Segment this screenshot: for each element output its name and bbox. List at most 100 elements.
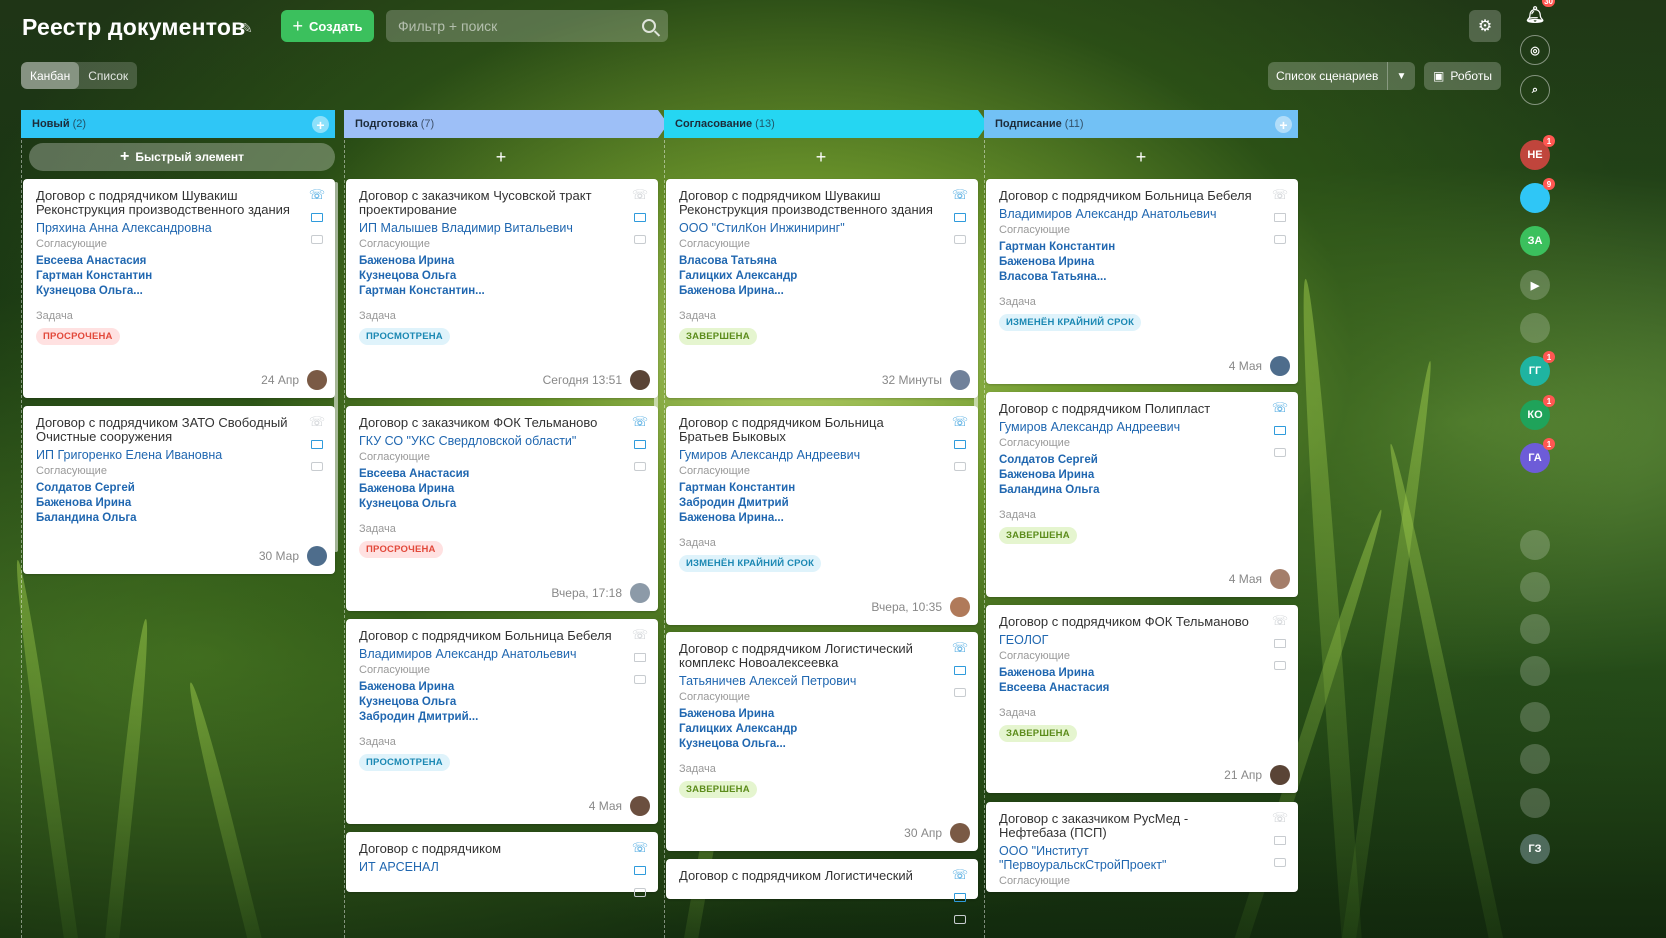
avatar[interactable]: [1520, 572, 1550, 602]
mail-icon[interactable]: [952, 889, 968, 905]
search-chat-icon[interactable]: ⌕: [1520, 75, 1550, 105]
approver-link[interactable]: Баженова Ирина: [359, 680, 614, 695]
chat-avatar[interactable]: ГА 1: [1520, 438, 1555, 473]
column-header[interactable]: Подготовка (7): [344, 110, 668, 138]
chat-avatar[interactable]: КО 1: [1520, 395, 1555, 430]
chat-icon[interactable]: [952, 458, 968, 474]
mail-icon[interactable]: [632, 436, 648, 452]
avatar[interactable]: [630, 583, 650, 603]
card-title[interactable]: Договор с подрядчиком Больница Бебеля: [999, 189, 1254, 203]
approver-link[interactable]: Баженова Ирина: [999, 666, 1254, 681]
chat-avatar[interactable]: ЗА: [1520, 226, 1550, 256]
avatar[interactable]: [1520, 614, 1550, 644]
approver-link[interactable]: Баженова Ирина: [359, 482, 614, 497]
chat-avatar[interactable]: ГЗ: [1520, 834, 1550, 864]
mail-icon[interactable]: [632, 649, 648, 665]
chat-icon[interactable]: [309, 231, 325, 247]
card-title[interactable]: Договор с подрядчиком Логистический: [679, 869, 934, 883]
card-title[interactable]: Договор с подрядчиком Больница Братьев Б…: [679, 416, 934, 444]
chat-icon[interactable]: [1272, 854, 1288, 870]
column-scrollbar[interactable]: [974, 182, 978, 432]
chat-avatar[interactable]: 9: [1520, 178, 1555, 213]
kanban-card[interactable]: Договор с подрядчиком ФОК Тельманово ГЕОЛ…: [986, 605, 1298, 793]
approver-link[interactable]: Баландина Ольга: [999, 483, 1254, 498]
column-scrollbar[interactable]: [654, 182, 658, 552]
avatar[interactable]: [307, 370, 327, 390]
phone-icon[interactable]: ☏: [1272, 400, 1288, 416]
card-title[interactable]: Договор с подрядчиком Логистический комп…: [679, 642, 934, 670]
approver-link[interactable]: Гартман Константин: [679, 481, 934, 496]
phone-icon[interactable]: ☏: [632, 187, 648, 203]
card-title[interactable]: Договор с подрядчиком ФОК Тельманово: [999, 615, 1254, 629]
mail-icon[interactable]: [1272, 635, 1288, 651]
approver-link[interactable]: Кузнецова Ольга: [359, 497, 614, 512]
chat-icon[interactable]: [952, 911, 968, 927]
avatar[interactable]: [1520, 788, 1550, 818]
kanban-card[interactable]: Договор с подрядчиком Полипласт Гумиров А…: [986, 392, 1298, 597]
mail-icon[interactable]: [1272, 209, 1288, 225]
card-client-link[interactable]: Владимиров Александр Анатольевич: [359, 647, 614, 661]
approver-link[interactable]: Баженова Ирина: [679, 707, 934, 722]
avatar[interactable]: [950, 597, 970, 617]
approver-link[interactable]: Забродин Дмитрий...: [359, 710, 614, 725]
card-title[interactable]: Договор с подрядчиком Полипласт: [999, 402, 1254, 416]
phone-icon[interactable]: ☏: [632, 840, 648, 856]
card-title[interactable]: Договор с подрядчиком Шувакиш Реконструк…: [679, 189, 934, 217]
chat-icon[interactable]: [632, 231, 648, 247]
chat-icon[interactable]: [309, 458, 325, 474]
phone-icon[interactable]: ☏: [1272, 613, 1288, 629]
column-scrollbar[interactable]: [334, 182, 338, 552]
phone-icon[interactable]: ☏: [952, 640, 968, 656]
mail-icon[interactable]: [309, 436, 325, 452]
approver-link[interactable]: Гартман Константин...: [359, 284, 614, 299]
card-client-link[interactable]: ИТ АРСЕНАЛ: [359, 860, 614, 874]
avatar[interactable]: [630, 370, 650, 390]
card-client-link[interactable]: ГКУ СО "УКС Свердловской области": [359, 434, 614, 448]
approver-link[interactable]: Власова Татьяна: [679, 254, 934, 269]
robots-button[interactable]: ▣ Роботы: [1424, 62, 1501, 90]
card-client-link[interactable]: Татьяничев Алексей Петрович: [679, 674, 934, 688]
avatar[interactable]: [950, 370, 970, 390]
card-client-link[interactable]: ООО "СтилКон Инжиниринг": [679, 221, 934, 235]
add-card-plus-icon[interactable]: +: [344, 143, 658, 171]
card-title[interactable]: Договор с подрядчиком Шувакиш Реконструк…: [36, 189, 291, 217]
kanban-card[interactable]: Договор с подрядчиком Больница Братьев Б…: [666, 406, 978, 625]
add-card-plus-icon[interactable]: +: [984, 143, 1298, 171]
approver-link[interactable]: Власова Татьяна...: [999, 270, 1254, 285]
avatar[interactable]: [1520, 313, 1550, 343]
kanban-card[interactable]: Договор с заказчиком ФОК Тельманово ГКУ С…: [346, 406, 658, 611]
approver-link[interactable]: Кузнецова Ольга...: [36, 284, 291, 299]
mail-icon[interactable]: [632, 209, 648, 225]
chat-icon[interactable]: [1272, 657, 1288, 673]
approver-link[interactable]: Гартман Константин: [36, 269, 291, 284]
add-column-icon[interactable]: +: [1275, 116, 1292, 133]
kanban-card[interactable]: Договор с подрядчиком Шувакиш Реконструк…: [666, 179, 978, 398]
column-header[interactable]: Новый (2) +: [21, 110, 335, 138]
mail-icon[interactable]: [1272, 422, 1288, 438]
chat-icon[interactable]: [632, 458, 648, 474]
chat-icon[interactable]: [632, 884, 648, 900]
mail-icon[interactable]: [952, 662, 968, 678]
card-title[interactable]: Договор с подрядчиком: [359, 842, 614, 856]
approver-link[interactable]: Баженова Ирина: [999, 255, 1254, 270]
avatar[interactable]: [1520, 744, 1550, 774]
target-icon[interactable]: ◎: [1520, 35, 1550, 65]
approver-link[interactable]: Евсеева Анастасия: [999, 681, 1254, 696]
chat-icon[interactable]: [1272, 231, 1288, 247]
phone-icon[interactable]: ☏: [952, 867, 968, 883]
card-client-link[interactable]: ООО "Институт "ПервоуральскСтройПроект": [999, 844, 1254, 872]
approver-link[interactable]: Баженова Ирина: [359, 254, 614, 269]
chat-icon[interactable]: [952, 231, 968, 247]
card-title[interactable]: Договор с подрядчиком Больница Бебеля: [359, 629, 614, 643]
create-button[interactable]: + Создать: [281, 10, 374, 42]
card-title[interactable]: Договор с заказчиком РусМед - Нефтебаза …: [999, 812, 1254, 840]
add-card-plus-icon[interactable]: +: [664, 143, 978, 171]
phone-icon[interactable]: ☏: [632, 627, 648, 643]
card-client-link[interactable]: Пряхина Анна Александровна: [36, 221, 291, 235]
chevron-down-icon[interactable]: ▼: [1387, 62, 1415, 90]
search-input[interactable]: [398, 18, 642, 34]
kanban-card[interactable]: Договор с подрядчиком Больница Бебеля Вла…: [986, 179, 1298, 384]
approver-link[interactable]: Баженова Ирина: [999, 468, 1254, 483]
approver-link[interactable]: Баландина Ольга: [36, 511, 291, 526]
card-client-link[interactable]: Гумиров Александр Андреевич: [999, 420, 1254, 434]
